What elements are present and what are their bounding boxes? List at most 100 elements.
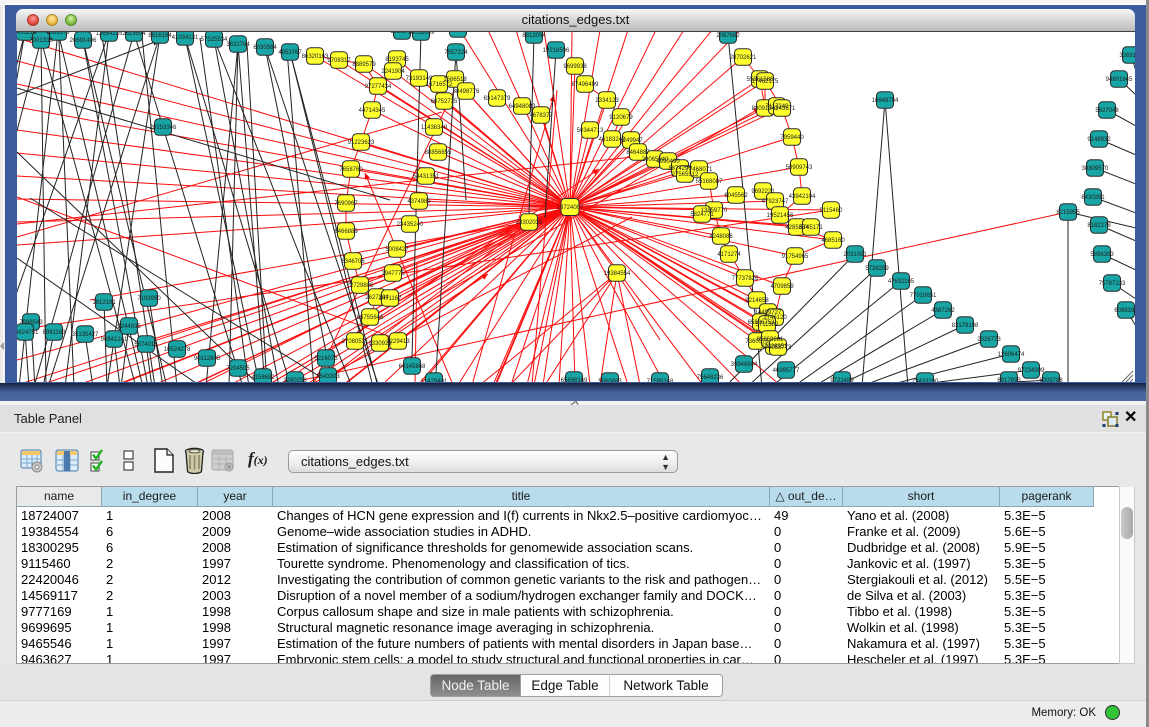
svg-text:90112805: 90112805: [194, 356, 221, 362]
svg-text:7557224: 7557224: [444, 50, 468, 56]
svg-text:8215955: 8215955: [1056, 210, 1080, 216]
svg-text:57525534: 57525534: [201, 37, 228, 43]
svg-text:2241904: 2241904: [381, 69, 405, 75]
svg-text:19384554: 19384554: [604, 271, 631, 277]
svg-text:6030564: 6030564: [253, 45, 277, 51]
svg-text:4953767: 4953767: [278, 50, 302, 56]
svg-text:5711382: 5711382: [756, 322, 780, 328]
svg-text:9115460: 9115460: [820, 208, 844, 214]
svg-text:6466889: 6466889: [334, 229, 358, 235]
svg-text:91754965: 91754965: [782, 254, 809, 260]
svg-text:4171274: 4171274: [717, 252, 741, 258]
svg-text:41034131: 41034131: [172, 35, 199, 41]
svg-text:3832764: 3832764: [226, 42, 250, 48]
svg-text:46995777: 46995777: [773, 368, 800, 374]
svg-text:10524278: 10524278: [164, 347, 191, 353]
svg-text:2031051: 2031051: [843, 252, 867, 258]
svg-text:97234309: 97234309: [1018, 368, 1045, 374]
svg-text:2615594: 2615594: [122, 32, 146, 37]
svg-text:16648784: 16648784: [872, 98, 899, 104]
svg-text:85869261: 85869261: [757, 337, 784, 343]
svg-text:7959440: 7959440: [780, 135, 804, 141]
svg-text:19521456: 19521456: [767, 213, 794, 219]
svg-text:8889579: 8889579: [352, 62, 376, 68]
svg-text:44714345: 44714345: [359, 108, 386, 114]
svg-text:1471167: 1471167: [379, 296, 403, 302]
svg-text:2326773: 2326773: [977, 337, 1001, 343]
svg-text:38498776: 38498776: [453, 89, 480, 95]
svg-text:90841241: 90841241: [101, 337, 128, 343]
svg-text:20691406: 20691406: [70, 38, 97, 44]
svg-text:55168087: 55168087: [696, 179, 723, 185]
svg-text:4158692: 4158692: [251, 375, 275, 381]
svg-text:1433218: 1433218: [17, 32, 37, 36]
svg-text:94801845: 94801845: [1106, 77, 1133, 83]
svg-text:8816184: 8816184: [148, 33, 172, 39]
svg-text:17482175: 17482175: [752, 79, 779, 85]
svg-text:4678377: 4678377: [529, 113, 553, 119]
svg-text:6009788: 6009788: [1039, 378, 1063, 382]
svg-text:8346706: 8346706: [341, 259, 365, 265]
svg-text:86320163: 86320163: [302, 54, 329, 60]
svg-text:75648236: 75648236: [697, 375, 724, 381]
svg-text:23433200: 23433200: [912, 379, 939, 382]
svg-text:5216073: 5216073: [314, 356, 338, 362]
svg-text:54431351: 54431351: [413, 174, 440, 180]
svg-text:7690967: 7690967: [334, 201, 358, 207]
svg-text:65698169: 65698169: [561, 378, 588, 382]
svg-text:1249947: 1249947: [619, 138, 643, 144]
svg-text:9692221: 9692221: [751, 189, 775, 195]
svg-text:77468071: 77468071: [686, 167, 713, 173]
svg-text:63147379: 63147379: [484, 96, 511, 102]
svg-text:35135427: 35135427: [72, 332, 99, 338]
svg-text:9699938: 9699938: [563, 64, 587, 70]
svg-text:7204505: 7204505: [226, 366, 250, 372]
svg-text:2334123: 2334123: [595, 98, 619, 104]
svg-text:63755646: 63755646: [357, 315, 384, 321]
svg-text:5896383: 5896383: [1090, 252, 1114, 258]
svg-text:47631165: 47631165: [888, 279, 915, 285]
svg-text:1812191: 1812191: [92, 300, 116, 306]
svg-text:9708317: 9708317: [327, 58, 351, 64]
svg-text:5738299: 5738299: [865, 266, 889, 272]
svg-text:6045562: 6045562: [724, 193, 748, 199]
svg-text:4685160: 4685160: [821, 238, 845, 244]
svg-text:4374989: 4374989: [407, 199, 431, 205]
svg-text:5874016: 5874016: [134, 342, 158, 348]
svg-text:72729806: 72729806: [347, 283, 374, 289]
svg-text:7658760: 7658760: [339, 167, 363, 173]
svg-text:12654235: 12654235: [96, 32, 123, 37]
svg-text:64145868: 64145868: [399, 364, 426, 370]
svg-text:23435240: 23435240: [397, 222, 424, 228]
svg-text:8991183: 8991183: [43, 330, 67, 336]
svg-text:50344713: 50344713: [577, 128, 604, 134]
svg-text:77737826: 77737826: [732, 276, 759, 282]
svg-text:39946804: 39946804: [731, 362, 758, 368]
svg-text:4387262: 4387262: [931, 308, 955, 314]
svg-text:74743671: 74743671: [769, 106, 796, 112]
svg-text:97277434: 97277434: [365, 84, 392, 90]
svg-text:5060883: 5060883: [598, 379, 622, 382]
svg-text:8193745: 8193745: [385, 57, 409, 63]
svg-text:44624751: 44624751: [17, 330, 39, 336]
svg-text:28702621: 28702621: [730, 55, 757, 61]
svg-text:8813054: 8813054: [522, 33, 546, 39]
svg-text:1947775: 1947775: [381, 271, 405, 277]
svg-text:9386379: 9386379: [46, 32, 70, 36]
svg-text:8182278: 8182278: [1087, 223, 1111, 229]
svg-text:43942104: 43942104: [789, 194, 816, 200]
svg-text:9148932: 9148932: [1087, 137, 1111, 143]
svg-text:3269166: 3269166: [1119, 53, 1135, 59]
svg-text:6098393: 6098393: [1114, 308, 1135, 314]
svg-text:88856855: 88856855: [425, 150, 452, 156]
svg-text:9721489: 9721489: [830, 378, 854, 382]
svg-text:12606474: 12606474: [998, 352, 1025, 358]
svg-text:5627048: 5627048: [1095, 108, 1119, 114]
svg-text:38809570: 38809570: [1082, 166, 1109, 172]
svg-text:47923747: 47923747: [762, 199, 789, 205]
svg-text:16716572: 16716572: [426, 82, 453, 88]
svg-text:64948083: 64948083: [509, 104, 536, 110]
svg-text:7193990: 7193990: [137, 296, 161, 302]
svg-text:77010651: 77010651: [910, 293, 937, 299]
svg-text:3260256: 3260256: [283, 378, 307, 382]
